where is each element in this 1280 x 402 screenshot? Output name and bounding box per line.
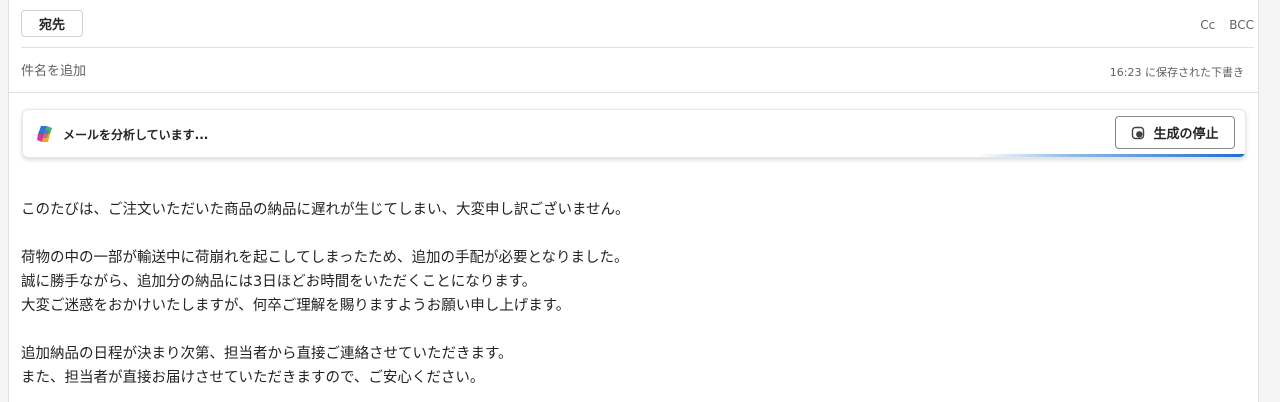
stop-icon bbox=[1132, 126, 1145, 139]
stop-generating-label: 生成の停止 bbox=[1153, 127, 1219, 142]
body-line: このたびは、ご注文いただいた商品の納品に遅れが生じてしまい、大変申し訳ございませ… bbox=[21, 202, 630, 218]
bcc-button[interactable]: BCC bbox=[1229, 18, 1254, 32]
subject-input[interactable] bbox=[21, 60, 921, 82]
copilot-status-bar: メールを分析しています... 生成の停止 bbox=[22, 109, 1246, 158]
body-line: 追加納品の日程が決まり次第、担当者から直接ご連絡させていただきます。 bbox=[21, 346, 513, 362]
subject-row: 16:23 に保存された下書き bbox=[9, 48, 1258, 93]
copilot-status-text: メールを分析しています... bbox=[63, 128, 209, 142]
body-line: また、担当者が直接お届けさせていただきますので、ご安心ください。 bbox=[21, 370, 485, 386]
to-button[interactable]: 宛先 bbox=[21, 10, 83, 37]
mail-compose-pane: 宛先 Cc BCC 16:23 に保存された下書き メールを分析しています...… bbox=[8, 0, 1259, 402]
recipient-row: 宛先 Cc BCC bbox=[21, 0, 1254, 48]
draft-saved-status: 16:23 に保存された下書き bbox=[1109, 66, 1244, 79]
cc-bcc-links: Cc BCC bbox=[1200, 18, 1254, 32]
cc-button[interactable]: Cc bbox=[1200, 18, 1215, 32]
copilot-progress-bar bbox=[23, 154, 1245, 157]
body-line: 誠に勝手ながら、追加分の納品には3日ほどお時間をいただくことになります。 bbox=[21, 274, 537, 290]
body-line: 荷物の中の一部が輸送中に荷崩れを起こしてしまったため、追加の手配が必要となりまし… bbox=[21, 250, 629, 266]
copilot-logo-icon bbox=[37, 126, 52, 142]
message-body[interactable]: このたびは、ご注文いただいた商品の納品に遅れが生じてしまい、大変申し訳ございませ… bbox=[21, 198, 1241, 390]
stop-generating-button[interactable]: 生成の停止 bbox=[1115, 116, 1235, 149]
body-line: 大変ご迷惑をおかけいたしますが、何卒ご理解を賜りますようお願い申し上げます。 bbox=[21, 298, 571, 314]
